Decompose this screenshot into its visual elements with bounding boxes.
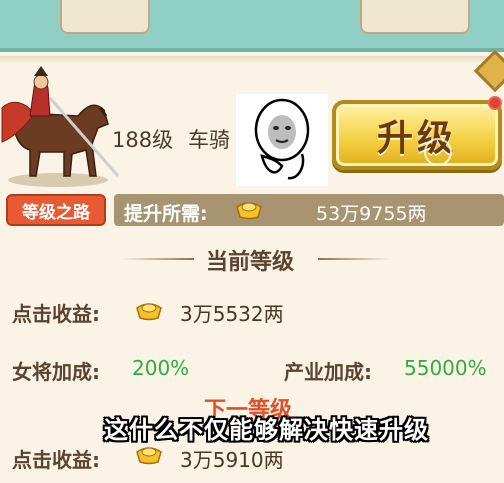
level-road-button[interactable]: 等级之路 <box>6 194 106 226</box>
header-slot <box>360 0 470 34</box>
industry-bonus-label: 产业加成: <box>284 360 372 384</box>
meme-face-sticker <box>236 94 328 186</box>
upgrade-button[interactable]: 升级 <box>332 100 502 170</box>
general-level: 188级 <box>112 128 174 152</box>
touch-indicator-icon <box>424 138 452 166</box>
general-on-horse-portrait <box>1 66 120 187</box>
video-subtitle: 这什么不仅能够解决快速升级 <box>104 416 429 444</box>
female-general-bonus-value: 200% <box>132 356 190 380</box>
upgrade-cost-value: 53万9755两 <box>316 203 427 225</box>
click-income-label: 点击收益: <box>12 302 100 326</box>
general-rank-title: 车骑 <box>188 128 230 152</box>
level-road-label: 等级之路 <box>22 202 90 223</box>
industry-bonus-value: 55000% <box>404 356 487 380</box>
next-click-income-label: 点击收益: <box>12 448 100 472</box>
upgrade-cost-label: 提升所需: <box>124 203 208 225</box>
top-header-strip <box>0 0 504 52</box>
female-general-bonus-label: 女将加成: <box>12 360 100 384</box>
click-income-value: 3万5532两 <box>180 302 284 326</box>
header-slot <box>60 0 150 34</box>
divider-right <box>318 258 392 260</box>
gold-ingot-icon <box>136 303 162 321</box>
current-level-heading: 当前等级 <box>206 250 295 275</box>
next-click-income-value: 3万5910两 <box>180 448 284 472</box>
divider-left <box>120 258 194 260</box>
gold-ingot-icon <box>236 202 262 220</box>
notification-dot-icon <box>488 96 502 110</box>
